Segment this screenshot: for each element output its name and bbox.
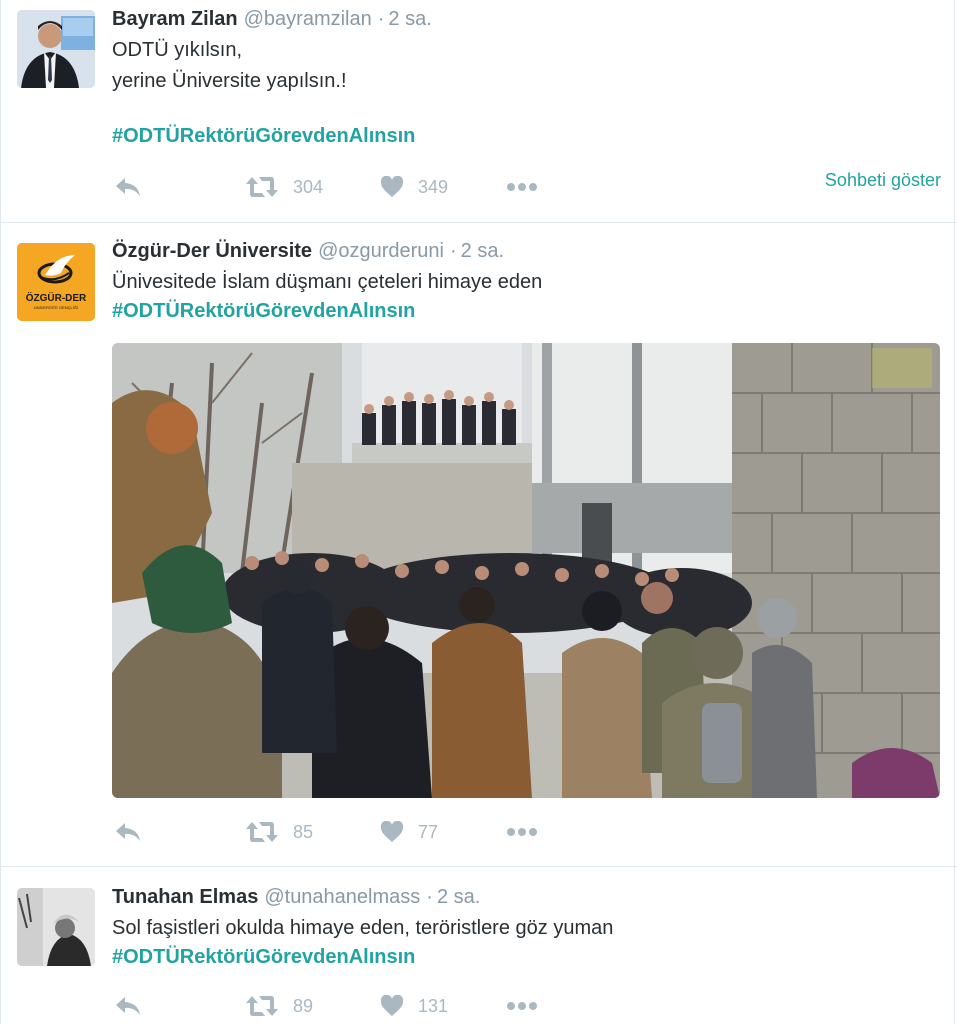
like-count: 349 — [418, 176, 449, 197]
tweet-header: Tunahan Elmas @tunahanelmass · 2 sa. — [112, 886, 480, 909]
retweet-icon — [246, 996, 278, 1016]
more-icon — [507, 1002, 537, 1010]
retweet-button[interactable]: 85 — [245, 817, 313, 847]
separator-dot: · — [377, 8, 385, 30]
show-conversation-link[interactable]: Sohbeti göster — [825, 170, 941, 191]
reply-icon — [116, 823, 140, 841]
user-handle[interactable]: @ozgurderuni — [318, 240, 444, 262]
user-handle[interactable]: @bayramzilan — [244, 8, 372, 30]
reply-icon — [116, 997, 140, 1015]
tweet-header: Özgür-Der Üniversite @ozgurderuni · 2 sa. — [112, 240, 504, 263]
tweet-text-line-1: Sol faşistleri okulda himaye eden, terör… — [112, 917, 614, 939]
more-button[interactable] — [506, 817, 538, 847]
timestamp[interactable]: 2 sa. — [461, 240, 504, 262]
like-button[interactable]: 77 — [380, 817, 438, 847]
more-button[interactable] — [506, 172, 538, 202]
like-button[interactable]: 131 — [380, 991, 448, 1021]
display-name[interactable]: Bayram Zilan — [112, 8, 238, 30]
retweet-count: 304 — [293, 176, 324, 197]
retweet-button[interactable]: 304 — [245, 172, 323, 202]
reply-icon — [116, 178, 140, 196]
retweet-button[interactable]: 89 — [245, 991, 313, 1021]
display-name[interactable]: Tunahan Elmas — [112, 886, 258, 908]
heart-icon — [380, 821, 404, 842]
tweet-actions: 304 349 — [112, 172, 552, 202]
hashtag-link[interactable]: #ODTÜRektörüGörevdenAlınsın — [112, 946, 415, 969]
like-count: 77 — [418, 821, 439, 842]
logo-subtext: ÜNİVERSİTE GENÇLİĞİ — [34, 305, 78, 310]
reply-button[interactable] — [114, 991, 142, 1021]
retweet-count: 85 — [293, 821, 314, 842]
tweet-1[interactable]: Bayram Zilan @bayramzilan · 2 sa. ODTÜ yıkı… — [0, 0, 957, 222]
like-button[interactable]: 349 — [380, 172, 448, 202]
timestamp[interactable]: 2 sa. — [388, 8, 431, 30]
tweet-photo[interactable] — [112, 343, 940, 798]
reply-button[interactable] — [114, 817, 142, 847]
tweet-3[interactable]: Tunahan Elmas @tunahanelmass · 2 sa. Sol fa… — [0, 867, 957, 1024]
avatar-photo — [17, 888, 95, 966]
avatar[interactable] — [17, 10, 95, 88]
separator-dot: · — [426, 886, 433, 908]
timestamp[interactable]: 2 sa. — [437, 886, 480, 908]
tweet-text-line-2: yerine Üniversite yapılsın.! — [112, 70, 347, 92]
more-button[interactable] — [506, 991, 538, 1021]
avatar[interactable] — [17, 888, 95, 966]
crowd-photo — [112, 343, 940, 798]
avatar-photo — [17, 10, 95, 88]
logo-text: ÖZGÜR-DER — [26, 291, 87, 304]
more-icon — [507, 183, 537, 191]
like-count: 131 — [418, 995, 449, 1016]
tweet-actions: 85 77 — [112, 817, 552, 847]
tweet-text-line-1: Ünivesitede İslam düşmanı çeteleri himay… — [112, 271, 543, 293]
ozgur-der-logo: ÖZGÜR-DER ÜNİVERSİTE GENÇLİĞİ — [17, 243, 95, 321]
heart-icon — [380, 176, 404, 197]
user-handle[interactable]: @tunahanelmass — [264, 886, 420, 908]
tweet-header: Bayram Zilan @bayramzilan · 2 sa. — [112, 8, 432, 31]
retweet-count: 89 — [293, 995, 314, 1016]
display-name[interactable]: Özgür-Der Üniversite — [112, 240, 312, 262]
tweet-actions: 89 131 — [112, 991, 552, 1021]
retweet-icon — [246, 822, 278, 842]
tweet-text-line-1: ODTÜ yıkılsın, — [112, 39, 243, 61]
heart-icon — [380, 995, 404, 1016]
hashtag-link[interactable]: #ODTÜRektörüGörevdenAlınsın — [112, 125, 415, 148]
hashtag-link[interactable]: #ODTÜRektörüGörevdenAlınsın — [112, 300, 415, 323]
avatar[interactable]: ÖZGÜR-DER ÜNİVERSİTE GENÇLİĞİ — [17, 243, 95, 321]
more-icon — [507, 828, 537, 836]
separator-dot: · — [450, 240, 457, 262]
reply-button[interactable] — [114, 172, 142, 202]
retweet-icon — [246, 177, 278, 197]
